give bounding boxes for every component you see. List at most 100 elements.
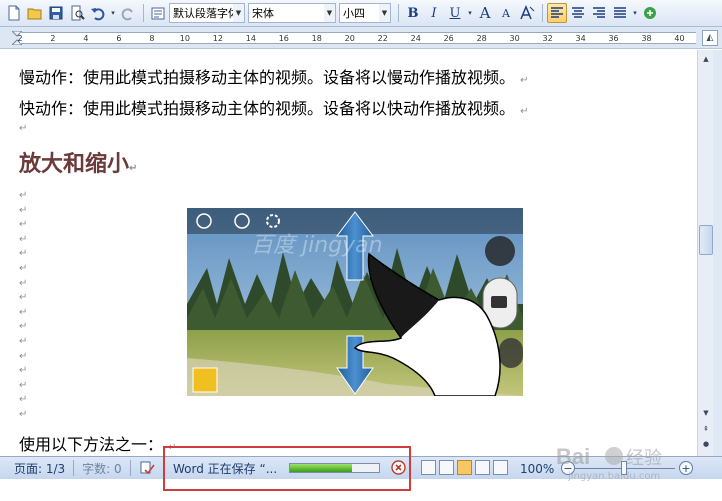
styles-pane-icon[interactable] — [148, 3, 168, 23]
bold-button[interactable]: B — [403, 3, 423, 23]
grow-font-button[interactable]: A — [475, 3, 495, 23]
text-effects-icon[interactable] — [517, 3, 537, 23]
paragraph-text: 慢动作：使用此模式拍摄移动主体的视频。设备将以慢动作播放视频。 — [19, 68, 516, 87]
horizontal-ruler[interactable]: 2 2 4 6 8 10 12 14 16 18 20 22 24 26 28 30 32 34 36 38 40 ◭ — [0, 27, 722, 49]
web-layout-view-icon[interactable] — [457, 460, 472, 475]
zoom-level[interactable]: 100% — [520, 457, 554, 480]
vertical-scrollbar[interactable]: ▲ ▼ ⇞ ● ⇟ — [697, 50, 713, 456]
align-left-icon[interactable] — [547, 3, 567, 23]
chevron-down-icon[interactable]: ▼ — [324, 4, 335, 22]
full-screen-reading-icon[interactable] — [439, 460, 454, 475]
phonetic-guide-icon[interactable] — [640, 3, 660, 23]
previous-page-icon[interactable]: ⇞ — [699, 422, 713, 436]
paragraph-mark: ↵ — [19, 248, 28, 260]
formatting-toolbar: ▾ 默认段落字体 ▼ 宋体 ▼ 小四 ▼ B I U ▾ A A ▾ — [0, 0, 722, 27]
paragraph-mark: ↵ — [19, 292, 28, 304]
proofing-icon[interactable] — [131, 457, 163, 479]
paragraph-mark: ↵ — [129, 163, 138, 174]
toolbar-separator — [542, 4, 543, 22]
toolbar-separator — [398, 4, 399, 22]
empty-paragraph-marks: ↵ ↵ ↵ ↵ ↵ ↵ ↵ ↵ ↵ ↵ ↵ ↵ ↵ ↵ ↵ ↵ — [19, 189, 33, 423]
italic-button[interactable]: I — [424, 3, 444, 23]
view-buttons — [421, 460, 511, 475]
zoom-in-button[interactable]: + — [679, 461, 693, 475]
word-count[interactable]: 字数: 0 — [74, 457, 130, 479]
highlight-annotation — [163, 446, 411, 491]
ruler-number: 34 — [575, 34, 586, 43]
ruler-number: 2 — [50, 34, 56, 43]
paragraph-mark: ↵ — [19, 277, 28, 289]
undo-dropdown-icon[interactable]: ▾ — [109, 3, 117, 23]
new-document-icon[interactable] — [4, 3, 24, 23]
undo-icon[interactable] — [88, 3, 108, 23]
ruler-number: 14 — [245, 34, 256, 43]
zoom-slider-thumb[interactable] — [621, 461, 627, 475]
ruler-number: 20 — [344, 34, 355, 43]
document-page[interactable]: 慢动作：使用此模式拍摄移动主体的视频。设备将以慢动作播放视频。 ↵ 快动作：使用… — [0, 50, 697, 456]
ruler-number: 2 — [17, 34, 23, 43]
paragraph-text: 使用以下方法之一： — [19, 435, 164, 454]
chevron-down-icon[interactable]: ▼ — [233, 4, 244, 22]
print-preview-icon[interactable] — [67, 3, 87, 23]
window-edge — [713, 50, 722, 456]
paragraph-mark: ↵ — [19, 262, 28, 274]
paragraph-mark: ↵ — [19, 365, 28, 377]
paragraph-mark: ↵ — [19, 306, 28, 318]
ruler-scale: 2 2 4 6 8 10 12 14 16 18 20 22 24 26 28 30 32 34 36 38 40 — [17, 32, 696, 44]
underline-dropdown-icon[interactable]: ▾ — [466, 3, 474, 23]
shrink-font-button[interactable]: A — [496, 3, 516, 23]
font-combo-value: 宋体 — [252, 7, 274, 20]
save-icon[interactable] — [46, 3, 66, 23]
paragraph-mark: ↵ — [19, 394, 28, 406]
paragraph-mark: ↵ — [19, 408, 28, 420]
ruler-number: 24 — [410, 34, 421, 43]
ruler-number: 4 — [83, 34, 89, 43]
chevron-down-icon[interactable]: ▼ — [379, 4, 390, 22]
ruler-number: 32 — [542, 34, 553, 43]
paragraph-mark: ↵ — [19, 219, 28, 231]
scrollbar-thumb[interactable] — [699, 225, 713, 255]
paragraph-text: 快动作：使用此模式拍摄移动主体的视频。设备将以快动作播放视频。 — [19, 99, 516, 118]
paragraph-mark: ↵ — [19, 190, 28, 201]
font-combo[interactable]: 宋体 ▼ — [248, 3, 336, 23]
ruler-number: 40 — [674, 34, 685, 43]
style-combo-value: 默认段落字体 — [173, 7, 239, 20]
paragraph-mark: ↵ — [19, 350, 28, 362]
font-size-value: 小四 — [343, 7, 365, 20]
open-folder-icon[interactable] — [25, 3, 45, 23]
underline-button[interactable]: U — [445, 3, 465, 23]
view-ruler-icon[interactable]: ◭ — [702, 30, 718, 46]
ruler-number: 36 — [608, 34, 619, 43]
paragraph-mark: ↵ — [19, 379, 28, 391]
align-center-icon[interactable] — [568, 3, 588, 23]
ruler-number: 12 — [212, 34, 223, 43]
section-heading: 放大和缩小↵ — [19, 146, 137, 178]
scroll-up-icon[interactable]: ▲ — [699, 52, 713, 66]
paragraph-mark: ↵ — [520, 75, 529, 86]
image-watermark-text: 百度 jingyan — [251, 233, 383, 258]
paragraph-mark: ↵ — [19, 321, 28, 333]
scroll-down-icon[interactable]: ▼ — [699, 406, 713, 420]
align-right-icon[interactable] — [589, 3, 609, 23]
ruler-number: 18 — [311, 34, 322, 43]
zoom-gesture-image[interactable]: 百度 jingyan — [187, 208, 523, 396]
ruler-number: 30 — [509, 34, 520, 43]
select-browse-object-icon[interactable]: ● — [699, 437, 713, 451]
justify-dropdown-icon[interactable]: ▾ — [631, 3, 639, 23]
style-combo[interactable]: 默认段落字体 ▼ — [169, 3, 245, 23]
redo-icon[interactable] — [118, 3, 138, 23]
justify-icon[interactable] — [610, 3, 630, 23]
ruler-number: 8 — [149, 34, 155, 43]
font-size-combo[interactable]: 小四 ▼ — [339, 3, 391, 23]
heading-text: 放大和缩小 — [19, 152, 130, 177]
print-layout-view-icon[interactable] — [421, 460, 436, 475]
page-indicator[interactable]: 页面: 1/3 — [0, 457, 73, 479]
ruler-number: 16 — [278, 34, 289, 43]
ruler-number: 22 — [377, 34, 388, 43]
zoom-out-button[interactable]: − — [561, 461, 575, 475]
outline-view-icon[interactable] — [475, 460, 490, 475]
ruler-number: 6 — [116, 34, 122, 43]
paragraph-fast-motion: 快动作：使用此模式拍摄移动主体的视频。设备将以快动作播放视频。 ↵ — [19, 95, 529, 119]
draft-view-icon[interactable] — [493, 460, 508, 475]
ruler-number: 38 — [641, 34, 652, 43]
